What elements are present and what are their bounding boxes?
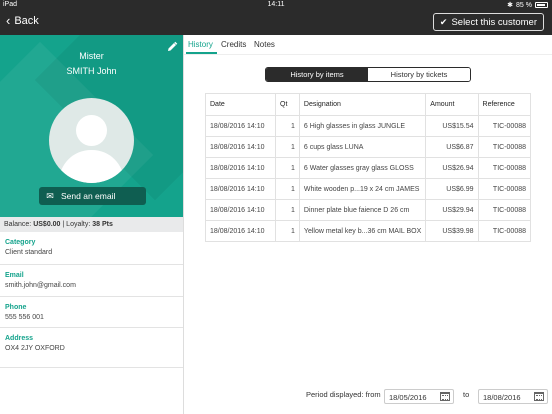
cell-amount: US$6.87 — [425, 136, 479, 158]
category-value: Client standard — [5, 249, 53, 256]
chevron-left-icon: ‹ — [6, 13, 11, 28]
cell-reference: TIC-00088 — [477, 136, 532, 158]
back-button[interactable]: ‹ Back — [6, 14, 39, 27]
balance-label: Balance: — [4, 221, 32, 228]
table-row[interactable]: 18/08/2016 14:10 1 6 High glasses in gla… — [204, 115, 532, 137]
send-email-button[interactable]: ✉ Send an email — [39, 187, 146, 205]
cell-amount: US$6.99 — [425, 178, 479, 200]
check-icon: ✔ — [439, 16, 448, 27]
phone-field: Phone 555 556 001 — [0, 297, 183, 328]
panel-divider — [183, 35, 184, 414]
history-by-items-button[interactable]: History by items — [266, 68, 368, 81]
cell-amount: US$29.94 — [425, 199, 479, 221]
date-from-field[interactable]: 18/05/2016 — [384, 389, 454, 404]
cell-amount: US$26.94 — [425, 157, 479, 179]
envelope-icon: ✉ — [46, 190, 54, 201]
address-label: Address — [5, 335, 34, 342]
email-field: Email smith.john@gmail.com — [0, 265, 183, 297]
customer-name: SMITH John — [66, 66, 117, 76]
category-label: Category — [5, 239, 36, 246]
cell-designation: 6 Water glasses gray glass GLOSS — [298, 157, 426, 179]
cell-designation: 6 cups glass LUNA — [298, 136, 426, 158]
column-header-date[interactable]: Date — [204, 93, 276, 116]
cell-designation: Dinner plate blue faience D 26 cm — [298, 199, 426, 221]
bluetooth-icon: ✱ — [507, 2, 514, 9]
address-field: Address OX4 2JY OXFORD — [0, 328, 183, 368]
column-header-qt[interactable]: Qt — [275, 93, 300, 116]
cell-date: 18/08/2016 14:10 — [204, 136, 276, 158]
address-value: OX4 2JY OXFORD — [5, 345, 65, 352]
email-value[interactable]: smith.john@gmail.com — [5, 282, 183, 289]
table-row[interactable]: 18/08/2016 14:10 1 Yellow metal key b...… — [204, 220, 532, 242]
cell-date: 18/08/2016 14:10 — [204, 199, 276, 221]
cell-reference: TIC-00088 — [477, 178, 532, 200]
period-label: Period displayed: from — [306, 390, 381, 399]
date-to-value: 18/08/2016 — [483, 393, 521, 402]
send-email-label: Send an email — [61, 191, 116, 201]
loyalty-value: 38 Pts — [92, 221, 113, 228]
select-customer-button[interactable]: ✔ Select this customer — [432, 13, 544, 31]
table-row[interactable]: 18/08/2016 14:10 1 6 Water glasses gray … — [204, 157, 532, 179]
date-from-value: 18/05/2016 — [389, 393, 427, 402]
history-by-tickets-button[interactable]: History by tickets — [368, 68, 470, 81]
table-header-row: Date Qt Designation Amount Reference — [204, 93, 532, 116]
select-customer-label: Select this customer — [451, 16, 537, 28]
cell-date: 18/08/2016 14:10 — [204, 115, 276, 137]
battery-percent: 85 % — [516, 1, 532, 9]
battery-icon — [535, 2, 548, 8]
column-header-reference[interactable]: Reference — [477, 93, 532, 116]
tab-credits[interactable]: Credits — [221, 40, 246, 49]
column-header-designation[interactable]: Designation — [298, 93, 426, 116]
calendar-icon[interactable] — [534, 392, 544, 401]
cell-date: 18/08/2016 14:10 — [204, 220, 276, 242]
avatar-body — [59, 150, 124, 183]
category-field: Category Client standard — [0, 232, 183, 265]
calendar-icon[interactable] — [440, 392, 450, 401]
loyalty-label: | Loyalty: — [62, 221, 91, 228]
history-mode-toggle: History by items History by tickets — [265, 67, 471, 82]
cell-reference: TIC-00088 — [477, 115, 532, 137]
cell-amount: US$39.98 — [425, 220, 479, 242]
date-to-field[interactable]: 18/08/2016 — [478, 389, 548, 404]
email-label: Email — [5, 272, 24, 279]
cell-date: 18/08/2016 14:10 — [204, 178, 276, 200]
clock: 14:11 — [267, 1, 285, 8]
cell-qt: 1 — [275, 157, 300, 179]
cell-qt: 1 — [275, 178, 300, 200]
balance-value: US$0.00 — [33, 221, 61, 228]
cell-qt: 1 — [275, 199, 300, 221]
customer-profile-card: Mister SMITH John ✉ Send an email — [0, 35, 183, 217]
table-row[interactable]: 18/08/2016 14:10 1 White wooden p...19 x… — [204, 178, 532, 200]
active-tab-indicator — [186, 52, 217, 54]
cell-designation: White wooden p...19 x 24 cm JAMES — [298, 178, 426, 200]
avatar-head — [76, 115, 107, 146]
cell-reference: TIC-00088 — [477, 220, 532, 242]
cell-designation: 6 High glasses in glass JUNGLE — [298, 115, 426, 137]
balance-bar: Balance: US$0.00 | Loyalty: 38 Pts — [0, 217, 183, 232]
cell-qt: 1 — [275, 136, 300, 158]
column-header-amount[interactable]: Amount — [425, 93, 479, 116]
cell-amount: US$15.54 — [425, 115, 479, 137]
avatar — [49, 98, 134, 183]
nav-bar: ‹ Back ✔ Select this customer — [0, 10, 552, 35]
phone-value[interactable]: 555 556 001 — [5, 314, 183, 321]
table-row[interactable]: 18/08/2016 14:10 1 Dinner plate blue fai… — [204, 199, 532, 221]
status-right: ✱ 85 % — [507, 1, 548, 9]
tab-notes[interactable]: Notes — [254, 40, 275, 49]
cell-reference: TIC-00088 — [477, 157, 532, 179]
cell-date: 18/08/2016 14:10 — [204, 157, 276, 179]
cell-qt: 1 — [275, 115, 300, 137]
back-label: Back — [14, 14, 39, 27]
cell-reference: TIC-00088 — [477, 199, 532, 221]
customer-civility: Mister — [79, 51, 104, 61]
period-to-label: to — [463, 390, 470, 399]
table-row[interactable]: 18/08/2016 14:10 1 6 cups glass LUNA US$… — [204, 136, 532, 158]
history-table: Date Qt Designation Amount Reference 18/… — [204, 93, 532, 242]
tab-history[interactable]: History — [188, 40, 213, 49]
cell-designation: Yellow metal key b...36 cm MAIL BOX — [298, 220, 426, 242]
phone-label: Phone — [5, 304, 27, 311]
tab-bar: History Credits Notes — [184, 35, 552, 55]
cell-qt: 1 — [275, 220, 300, 242]
status-bar: iPad 14:11 ✱ 85 % — [0, 0, 552, 10]
